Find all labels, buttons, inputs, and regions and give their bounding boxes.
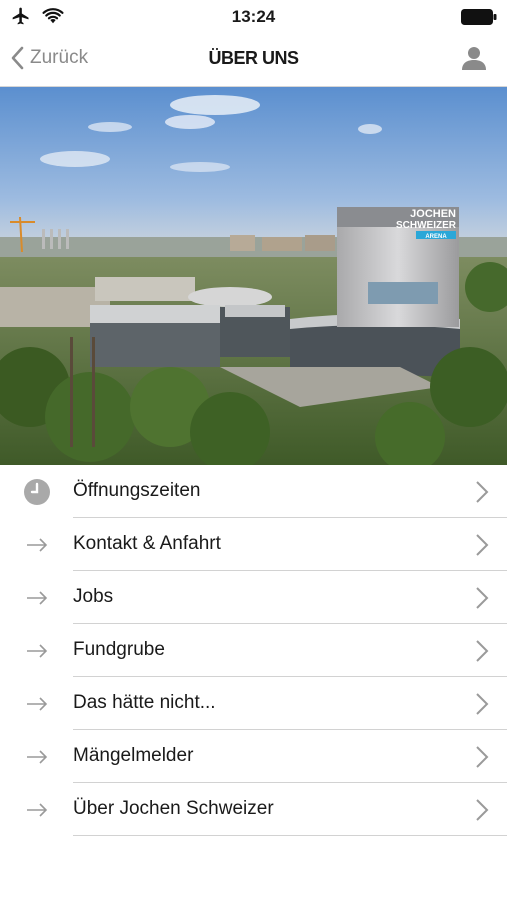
sign-line-2: SCHWEIZER [396,220,457,231]
chevron-right-icon [476,746,489,768]
arrow-right-icon [24,744,50,770]
menu-item-fundgrube[interactable]: Fundgrube [0,624,507,677]
menu-item-oeffnungszeiten[interactable]: Öffnungszeiten [0,465,507,518]
chevron-right-icon [476,799,489,821]
chevron-right-icon [476,481,489,503]
menu-item-maengelmelder[interactable]: Mängelmelder [0,730,507,783]
arrow-right-icon [24,691,50,717]
clock-icon [24,479,50,505]
separator [73,835,507,836]
menu-item-label: Jobs [73,586,114,607]
arrow-right-icon [24,585,50,611]
menu-item-das-haette-nicht[interactable]: Das hätte nicht... [0,677,507,730]
menu-item-label: Über Jochen Schweizer [73,798,274,819]
arena-photo: JOCHEN SCHWEIZER ARENA [0,87,507,465]
status-bar: 13:24 [0,0,507,34]
page-title: ÜBER UNS [208,48,299,68]
arrow-right-icon [24,532,50,558]
battery-icon [461,9,497,25]
arrow-right-icon [24,638,50,664]
menu-item-kontakt-anfahrt[interactable]: Kontakt & Anfahrt [0,518,507,571]
chevron-right-icon [476,693,489,715]
menu-item-label: Fundgrube [73,639,165,660]
menu-item-ueber-jochen-schweizer[interactable]: Über Jochen Schweizer [0,783,507,836]
chevron-right-icon [476,587,489,609]
arrow-right-icon [24,797,50,823]
chevron-right-icon [476,534,489,556]
menu-item-label: Kontakt & Anfahrt [73,533,221,554]
sign-line-1: JOCHEN [410,208,456,220]
status-time: 13:24 [231,7,276,26]
menu-list: Öffnungszeiten Kontakt & Anfahrt Jobs Fu… [0,465,507,836]
menu-item-label: Mängelmelder [73,745,194,766]
user-icon[interactable] [461,45,487,71]
hero-image: JOCHEN SCHWEIZER ARENA [0,87,507,465]
menu-item-label: Öffnungszeiten [73,480,201,501]
menu-item-label: Das hätte nicht... [73,692,216,713]
navigation-bar: Zurück ÜBER UNS [0,34,507,87]
menu-item-jobs[interactable]: Jobs [0,571,507,624]
chevron-right-icon [476,640,489,662]
sign-line-3: ARENA [425,234,447,240]
